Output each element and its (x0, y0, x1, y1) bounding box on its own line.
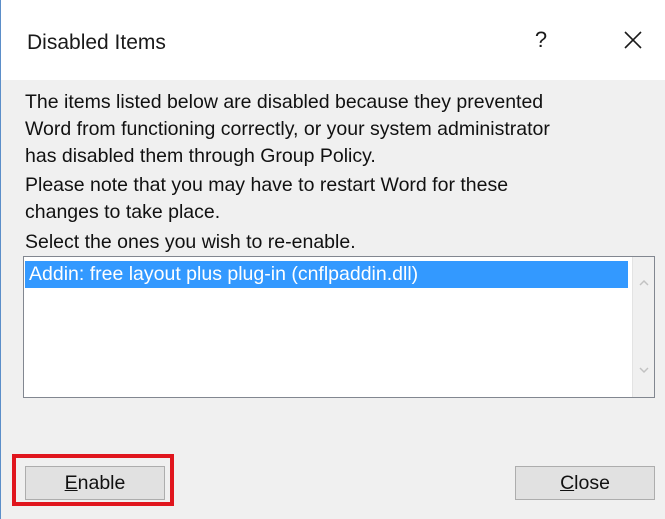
enable-label-rest: nable (77, 472, 126, 494)
close-label-rest: lose (574, 472, 610, 494)
chevron-up-icon (638, 279, 649, 286)
scroll-down-button[interactable] (633, 361, 654, 383)
list-item[interactable]: Addin: free layout plus plug-in (cnflpad… (25, 261, 628, 288)
help-button[interactable]: ? (521, 22, 561, 58)
enable-button[interactable]: Enable (25, 466, 165, 500)
close-mnemonic: C (560, 472, 575, 494)
disabled-items-list[interactable]: Addin: free layout plus plug-in (cnflpad… (23, 256, 655, 398)
close-button[interactable]: Close (515, 466, 655, 500)
chevron-down-icon (638, 367, 649, 374)
disabled-items-dialog: Disabled Items ? The items listed below … (0, 0, 665, 519)
title-bar: Disabled Items ? (1, 0, 665, 80)
enable-mnemonic: E (64, 472, 78, 494)
select-instruction-text: Select the ones you wish to re-enable. (25, 231, 356, 253)
scroll-up-button[interactable] (633, 273, 654, 295)
dialog-title: Disabled Items (27, 31, 166, 54)
close-window-button[interactable] (613, 22, 653, 58)
vertical-scrollbar[interactable] (632, 257, 654, 397)
restart-note-text: Please note that you may have to restart… (25, 174, 509, 223)
close-icon (624, 31, 642, 49)
explanation-text: The items listed below are disabled beca… (25, 91, 550, 167)
